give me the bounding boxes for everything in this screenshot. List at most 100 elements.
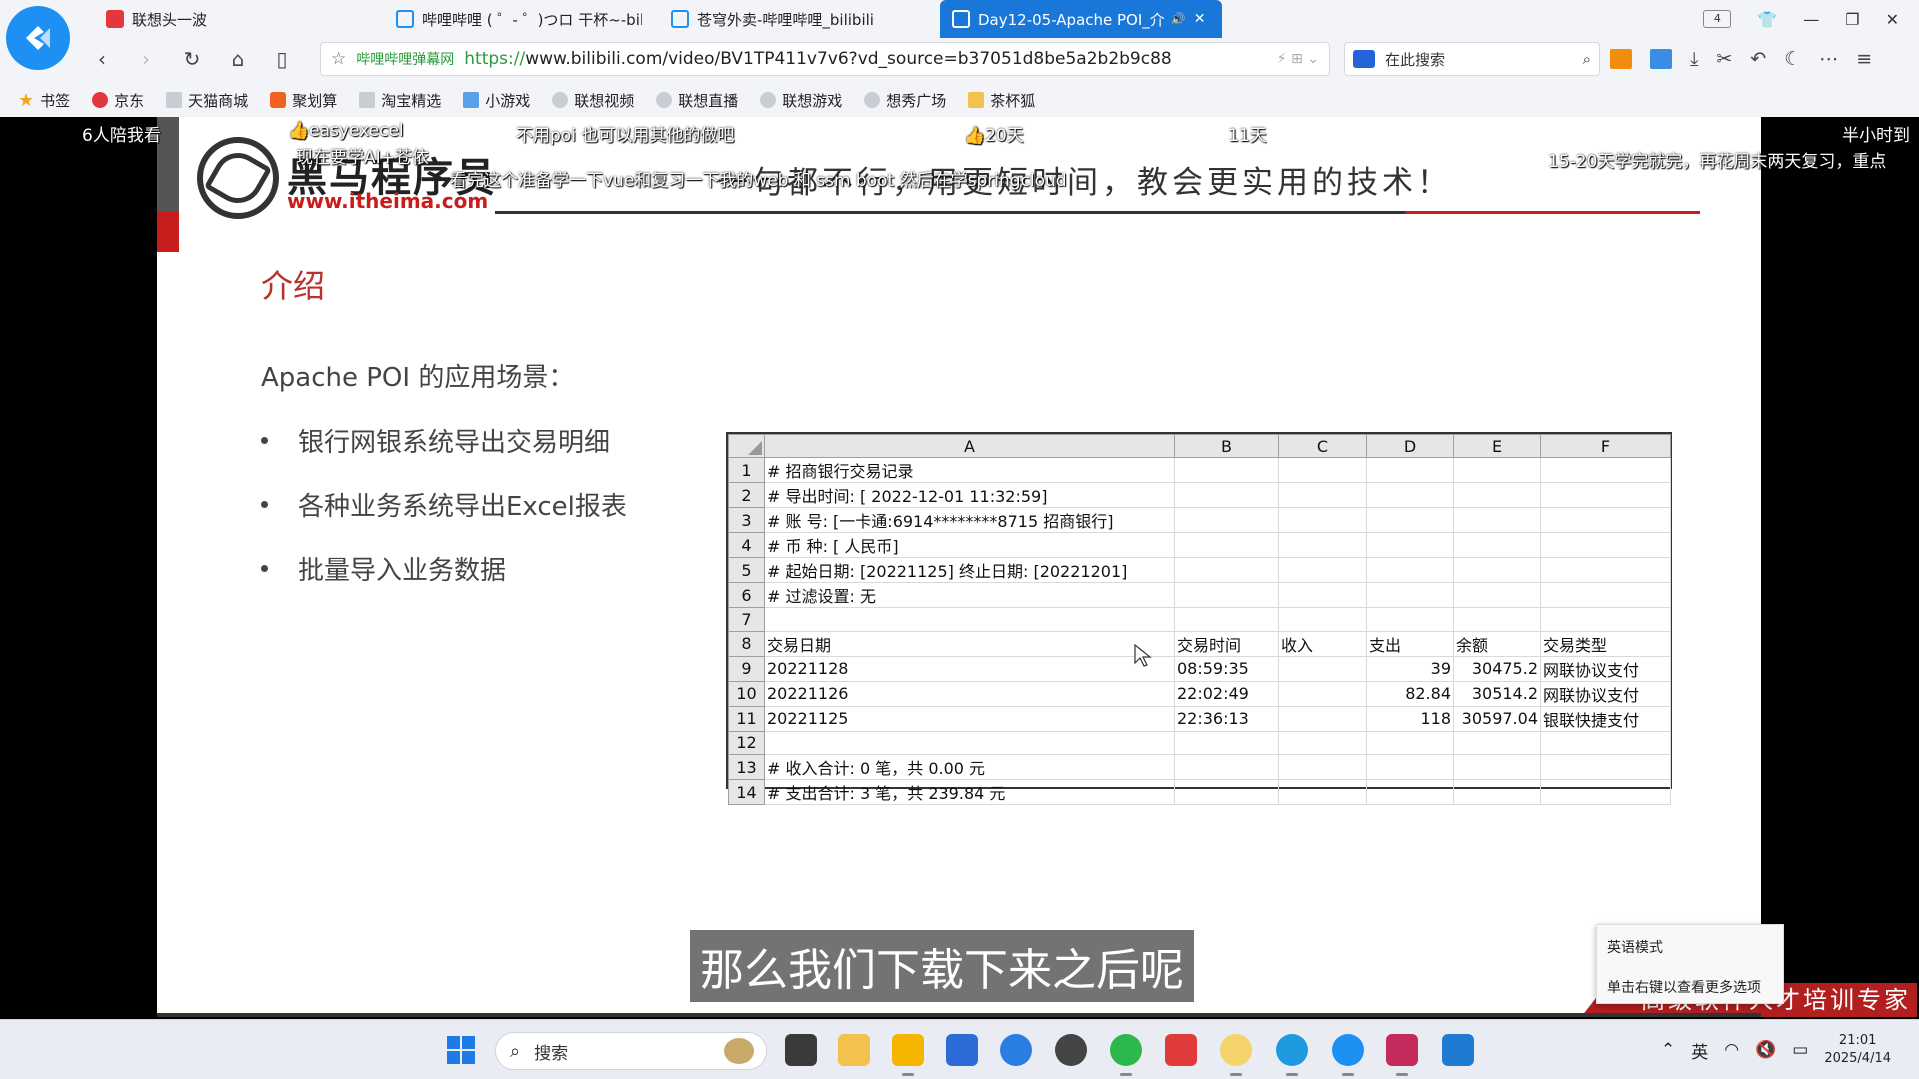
bookmark-label: 联想游戏 — [782, 91, 843, 110]
browser-logo-icon[interactable] — [6, 6, 70, 70]
download-icon[interactable]: ⤓ — [1690, 48, 1698, 70]
security-app-icon[interactable] — [1000, 1034, 1032, 1066]
bookmark-item[interactable]: 联想游戏 — [760, 90, 842, 111]
volume-muted-icon[interactable]: 🔇 — [1755, 1040, 1776, 1060]
address-bar[interactable]: ☆ 哔哩哔哩弹幕网 https://www.bilibili.com/video… — [320, 42, 1330, 76]
bookmark-star-icon[interactable]: ☆ — [331, 49, 346, 69]
sheet-cell: 20221125 — [764, 705, 1175, 732]
bilibili-favicon-icon — [396, 10, 414, 28]
excel-screenshot: A B C D E F 1 # 招商银行交易记录 2 # 导出时间: [ 2022-1… — [726, 432, 1672, 806]
browser-chrome: 联想头一波 哔哩哔哩 ( ゜- ゜)つロ 干杯~-bilib 苍穹外卖-哔哩哔哩… — [0, 0, 1919, 117]
wifi-icon[interactable]: ◠ — [1724, 1040, 1739, 1060]
danmaku-text: 👍20天 — [964, 126, 1024, 146]
intellij-idea-icon[interactable] — [1386, 1034, 1418, 1076]
danmaku-text: 不用poi 也可以用其他的做吧 — [516, 126, 735, 146]
chevron-up-icon[interactable]: ⌃ — [1661, 1040, 1675, 1060]
search-engine-icon[interactable] — [1353, 50, 1375, 68]
qq-icon[interactable] — [1055, 1034, 1087, 1066]
bookmark-item[interactable]: 淘宝精选 — [359, 90, 441, 111]
task-view-icon[interactable] — [785, 1034, 817, 1066]
tab-active-poi[interactable]: Day12-05-Apache POI_介 🔊 ✕ — [940, 0, 1222, 38]
url-scheme: https:// — [464, 49, 526, 69]
home-icon[interactable]: ⌂ — [220, 44, 256, 74]
speaker-icon[interactable]: 🔊 — [1171, 12, 1186, 26]
sheet-cell — [1366, 582, 1454, 609]
excel-table: A B C D E F 1 # 招商银行交易记录 2 # 导出时间: [ 2022-1… — [728, 433, 1671, 806]
more-icon[interactable]: ⋯ — [1819, 48, 1838, 70]
sheet-cell — [1278, 507, 1367, 534]
bookmark-item[interactable]: 小游戏 — [463, 90, 530, 111]
search-box[interactable]: 在此搜索 ⌕ — [1344, 42, 1600, 76]
wechat-icon[interactable] — [1110, 1034, 1142, 1076]
sheet-cell — [1366, 754, 1454, 781]
taskbar: ⌕ 搜索 ⌃ 英 ◠ 🔇 ▭ 21:01 2025/4/14 — [0, 1019, 1919, 1079]
row-number: 6 — [728, 582, 765, 609]
video-progress-track[interactable] — [157, 1013, 1761, 1017]
sheet-cell — [1278, 582, 1367, 609]
lenovo-browser-icon[interactable] — [1332, 1034, 1364, 1076]
search-highlight-icon — [724, 1038, 754, 1064]
bookmark-item[interactable]: 天猫商城 — [166, 90, 248, 111]
sheet-cell — [1174, 582, 1279, 609]
sheet-cell — [1540, 779, 1671, 806]
bookmarks-bar: ★ 书签 京东 天猫商城 聚划算 淘宝精选 小游戏 联想视频 联想直播 联想游戏 … — [0, 86, 1919, 114]
search-icon[interactable]: ⌕ — [1583, 50, 1591, 68]
danmaku-text: 15-20天学完就完，再花周末两天复习，重点 — [1548, 152, 1887, 172]
reader-mode-icon[interactable]: ▯ — [264, 44, 300, 74]
tab-close-icon[interactable]: ✕ — [1194, 11, 1206, 27]
row-number: 2 — [728, 482, 765, 509]
bookmark-item[interactable]: 京东 — [92, 90, 144, 111]
bullet-text: 批量导入业务数据 — [298, 556, 507, 586]
tab-label: 联想头一波 — [132, 10, 208, 29]
pet-app-icon[interactable] — [1220, 1034, 1252, 1076]
reload-icon[interactable]: ↻ — [174, 44, 210, 74]
sheet-row: 4 # 币 种: [ 人民币] — [728, 532, 1671, 559]
restore-icon[interactable]: ❐ — [1845, 10, 1859, 29]
tab-count-badge[interactable]: 4 — [1703, 10, 1732, 28]
sheet-cell — [1453, 557, 1541, 584]
extension-orange-icon[interactable] — [1610, 49, 1632, 69]
video-player[interactable]: 黑马程序员 www.itheima.com 一句都不行，用更短时间，教会更实用的… — [0, 117, 1919, 1019]
battery-icon[interactable]: ▭ — [1792, 1040, 1808, 1060]
windows-start-icon[interactable] — [447, 1036, 475, 1064]
clock[interactable]: 21:01 2025/4/14 — [1824, 1032, 1891, 1068]
shirt-skin-icon[interactable]: 👕 — [1757, 10, 1777, 29]
bookmark-item[interactable]: 想秀广场 — [864, 90, 946, 111]
sheet-cell: 网联协议支付 — [1540, 680, 1671, 707]
file-explorer-icon[interactable] — [892, 1034, 924, 1076]
url-text[interactable]: https://www.bilibili.com/video/BV1TP411v… — [464, 49, 1269, 69]
tab-cangqiong[interactable]: 苍穹外卖-哔哩哔哩_bilibili — [659, 0, 934, 38]
tab-bilibili-home[interactable]: 哔哩哔哩 ( ゜- ゜)つロ 干杯~-bilib — [384, 0, 654, 38]
bookmark-item[interactable]: 联想视频 — [552, 90, 634, 111]
slide-subtitle: Apache POI 的应用场景： — [261, 363, 575, 393]
tab-label: Day12-05-Apache POI_介 — [978, 10, 1165, 29]
row-number: 13 — [728, 754, 765, 781]
tab-lenovo[interactable]: 联想头一波 — [94, 0, 379, 38]
undo-icon[interactable]: ↶ — [1750, 48, 1766, 70]
back-icon[interactable]: ‹ — [84, 44, 120, 74]
edge-icon[interactable] — [1276, 1034, 1308, 1076]
corner-cell — [728, 433, 765, 459]
row-number: 4 — [728, 532, 765, 559]
forward-icon[interactable]: › — [128, 44, 164, 74]
taskbar-search[interactable]: ⌕ 搜索 — [495, 1032, 767, 1070]
bookmark-item[interactable]: 聚划算 — [270, 90, 337, 111]
minimize-icon[interactable]: — — [1803, 10, 1819, 29]
close-window-icon[interactable]: ✕ — [1886, 10, 1899, 29]
address-tools-icon[interactable]: ⚡ ⊞ ⌄ — [1277, 51, 1319, 67]
bookmark-item[interactable]: 联想直播 — [656, 90, 738, 111]
taobao-icon — [359, 92, 376, 108]
wps-icon[interactable] — [1165, 1034, 1197, 1066]
menu-icon[interactable]: ≡ — [1856, 48, 1872, 70]
bookmark-item[interactable]: ★ 书签 — [18, 90, 70, 111]
microsoft-store-icon[interactable] — [946, 1034, 978, 1066]
snipping-tool-icon[interactable] — [838, 1034, 870, 1066]
ime-indicator[interactable]: 英 — [1691, 1038, 1708, 1063]
excel-body: 1 # 招商银行交易记录 2 # 导出时间: [ 2022-12-01 11:32:5… — [728, 457, 1671, 806]
scissors-icon[interactable]: ✂ — [1716, 48, 1732, 70]
extension-send-icon[interactable] — [1650, 49, 1672, 69]
bookmark-item[interactable]: 茶杯狐 — [968, 90, 1035, 111]
vscode-icon[interactable] — [1442, 1034, 1474, 1066]
night-mode-icon[interactable]: ☾ — [1784, 48, 1801, 70]
globe-icon — [760, 92, 777, 108]
